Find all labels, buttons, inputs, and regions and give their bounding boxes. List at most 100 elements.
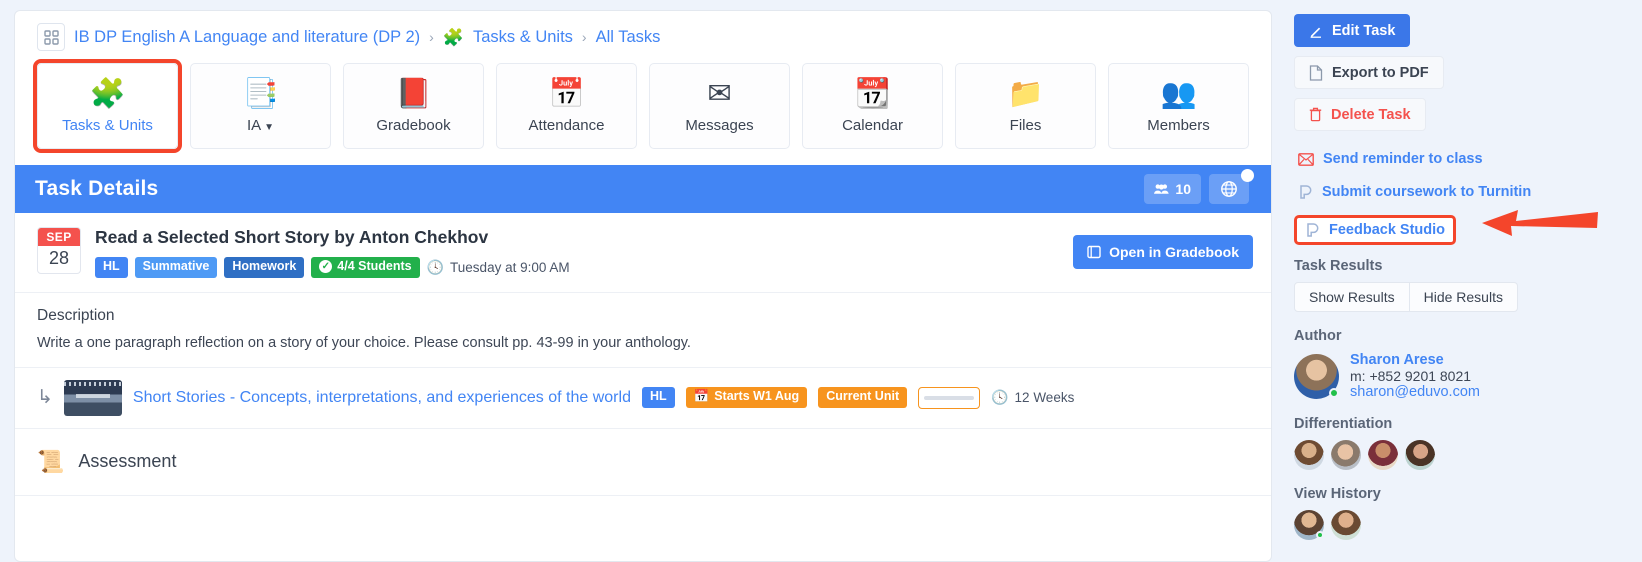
tab-label: Files	[1009, 116, 1042, 134]
submit-turnitin-link[interactable]: Submit coursework to Turnitin	[1294, 182, 1535, 202]
description-section: Description Write a one paragraph reflec…	[15, 293, 1271, 368]
unit-link[interactable]: Short Stories - Concepts, interpretation…	[133, 389, 631, 407]
unit-duration-text: 12 Weeks	[1014, 390, 1075, 406]
status-badge-hl: HL	[641, 387, 675, 409]
differentiation-title: Differentiation	[1294, 416, 1393, 432]
tab-files[interactable]: 📁 Files	[955, 63, 1096, 149]
status-dot	[1329, 387, 1339, 398]
tab-messages[interactable]: ✉ Messages	[649, 63, 790, 149]
breadcrumb-all-tasks[interactable]: All Tasks	[596, 28, 661, 47]
puzzle-icon: 🧩	[89, 78, 126, 110]
breadcrumb-tasks-units[interactable]: Tasks & Units	[473, 28, 573, 47]
avatar[interactable]	[1368, 440, 1398, 470]
members-count-chip[interactable]: 10	[1144, 174, 1201, 204]
tab-bar: 🧩 Tasks & Units 📑 IA ▼ 📕 Gradebook 📅 Atte…	[15, 59, 1271, 153]
avatar[interactable]	[1405, 440, 1435, 470]
tab-members[interactable]: 👥 Members	[1108, 63, 1249, 149]
status-badge-summative: Summative	[134, 257, 218, 278]
status-dot	[1241, 169, 1254, 182]
page-root: IB DP English A Language and literature …	[0, 0, 1642, 562]
turnitin-icon	[1300, 185, 1312, 199]
red-arrow-pointing-left	[1482, 210, 1598, 236]
edit-task-button[interactable]: Edit Task	[1294, 14, 1411, 47]
tab-calendar[interactable]: 📆 Calendar	[802, 63, 943, 149]
puzzle-icon: 🧩	[442, 27, 464, 47]
pencil-icon	[1310, 27, 1321, 38]
envelope-icon: ✉	[707, 78, 732, 110]
delete-task-label: Delete Task	[1331, 106, 1411, 123]
chevron-down-icon[interactable]: ▼	[264, 122, 274, 133]
export-to-pdf-button[interactable]: Export to PDF	[1294, 56, 1444, 89]
divider	[15, 494, 1271, 496]
task-summary-row: SEP 28 Read a Selected Short Story by An…	[15, 213, 1271, 293]
calendar-icon: 📆	[854, 78, 891, 110]
globe-icon	[1221, 181, 1237, 197]
status-badge-students: ✓ 4/4 Students	[311, 257, 420, 278]
author-email[interactable]: sharon@eduvo.com	[1350, 384, 1480, 400]
tab-ia[interactable]: 📑 IA ▼	[190, 63, 331, 149]
avatar[interactable]	[1294, 510, 1324, 540]
check-icon: ✓	[319, 260, 333, 274]
due-month: SEP	[38, 228, 80, 246]
export-to-pdf-label: Export to PDF	[1332, 64, 1429, 81]
turnitin-icon	[1307, 223, 1319, 237]
task-results-toggle: Show Results Hide Results	[1294, 282, 1642, 312]
status-dot	[1316, 531, 1324, 539]
tab-label: Tasks & Units	[62, 116, 153, 134]
view-history-title: View History	[1294, 486, 1381, 502]
gradebook-button-label: Open in Gradebook	[1109, 244, 1239, 261]
open-in-gradebook-button[interactable]: Open in Gradebook	[1073, 235, 1253, 270]
members-icon: 👥	[1160, 78, 1197, 110]
breadcrumb-separator: ›	[429, 29, 434, 45]
differentiation-avatars	[1294, 440, 1642, 470]
grid-icon[interactable]	[37, 23, 65, 51]
show-results-button[interactable]: Show Results	[1294, 282, 1410, 312]
breadcrumb-course[interactable]: IB DP English A Language and literature …	[74, 28, 420, 47]
avatar[interactable]	[1331, 440, 1361, 470]
breadcrumb-separator-2: ›	[581, 29, 587, 45]
documents-icon: 📑	[242, 78, 279, 110]
trash-icon	[1309, 107, 1322, 122]
clock-icon: 🕓	[991, 389, 1009, 406]
description-body: Write a one paragraph reflection on a st…	[37, 334, 691, 351]
status-badge-hl: HL	[95, 257, 128, 278]
starts-label: Starts W1 Aug	[714, 389, 800, 404]
members-count: 10	[1175, 181, 1191, 197]
book-icon	[1087, 246, 1101, 259]
author-name[interactable]: Sharon Arese	[1350, 352, 1480, 368]
task-main: Read a Selected Short Story by Anton Che…	[95, 227, 1073, 278]
students-label: 4/4 Students	[337, 259, 412, 273]
hide-results-button[interactable]: Hide Results	[1409, 282, 1518, 312]
pdf-icon	[1309, 64, 1323, 81]
author-title: Author	[1294, 328, 1342, 344]
avatar[interactable]	[1294, 440, 1324, 470]
view-history-avatars	[1294, 510, 1642, 540]
clock-icon: 🕓	[426, 258, 445, 275]
due-date-badge: SEP 28	[37, 227, 81, 274]
scroll-icon: 📜	[37, 448, 65, 474]
task-title: Read a Selected Short Story by Anton Che…	[95, 227, 489, 247]
tab-attendance[interactable]: 📅 Attendance	[496, 63, 637, 149]
gradebook-icon: 📕	[395, 78, 432, 110]
task-details-header: Task Details 10	[15, 165, 1271, 213]
calendar-icon: 📅	[693, 389, 710, 404]
unit-duration: 🕓 12 Weeks	[991, 389, 1074, 406]
tab-label: Messages	[685, 116, 754, 134]
folder-icon: 📁	[1007, 78, 1044, 110]
status-badge-current-unit: Current Unit	[818, 387, 908, 409]
avatar[interactable]	[1331, 510, 1361, 540]
attendance-icon: 📅	[548, 78, 585, 110]
feedback-studio-link[interactable]: Feedback Studio	[1294, 215, 1457, 245]
feedback-studio-label: Feedback Studio	[1329, 222, 1446, 238]
unit-thumbnail	[63, 379, 122, 416]
unit-row: ↳ Short Stories - Concepts, interpretati…	[15, 368, 1271, 429]
tab-gradebook[interactable]: 📕 Gradebook	[343, 63, 484, 149]
globe-button[interactable]	[1209, 169, 1254, 204]
tab-ia-text: IA	[246, 116, 262, 134]
tab-tasks-units[interactable]: 🧩 Tasks & Units	[33, 59, 182, 153]
due-time-text: Tuesday at 9:00 AM	[450, 259, 570, 275]
tab-label: Members	[1147, 116, 1210, 134]
avatar[interactable]	[1294, 353, 1339, 399]
send-reminder-link[interactable]: Send reminder to class	[1294, 149, 1487, 169]
delete-task-button[interactable]: Delete Task	[1294, 98, 1426, 131]
